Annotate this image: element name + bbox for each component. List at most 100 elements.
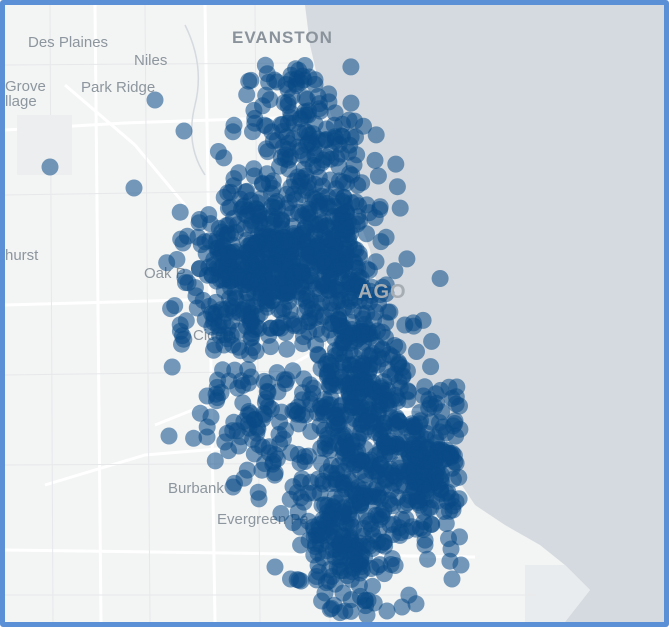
point-marker bbox=[238, 86, 256, 104]
label-des-plaines: Des Plaines bbox=[28, 34, 108, 51]
point-marker bbox=[320, 93, 338, 111]
point-marker bbox=[314, 472, 332, 490]
point-marker bbox=[347, 193, 365, 211]
point-marker bbox=[447, 427, 465, 445]
point-marker bbox=[332, 145, 350, 163]
point-marker bbox=[431, 270, 449, 287]
point-marker bbox=[175, 122, 193, 140]
point-marker bbox=[444, 501, 462, 519]
point-marker bbox=[388, 178, 406, 196]
label-evanston: EVANSTON bbox=[232, 28, 333, 47]
point-marker bbox=[327, 406, 345, 424]
point-marker bbox=[349, 454, 367, 472]
point-marker bbox=[257, 390, 275, 408]
point-marker bbox=[291, 454, 309, 472]
point-marker bbox=[245, 167, 263, 185]
point-marker bbox=[174, 327, 191, 345]
point-marker bbox=[387, 155, 405, 173]
point-marker bbox=[309, 544, 327, 562]
point-marker bbox=[162, 300, 180, 318]
label-burbank: Burbank bbox=[168, 480, 224, 497]
point-marker bbox=[292, 572, 310, 590]
point-marker bbox=[336, 602, 354, 620]
point-marker bbox=[367, 126, 385, 144]
point-marker bbox=[352, 328, 370, 346]
point-marker bbox=[264, 455, 282, 473]
point-marker bbox=[363, 344, 381, 362]
point-marker bbox=[146, 91, 164, 109]
point-marker bbox=[293, 169, 311, 187]
point-marker bbox=[314, 511, 332, 529]
point-marker bbox=[225, 116, 243, 134]
point-marker bbox=[404, 314, 422, 332]
point-marker bbox=[284, 362, 302, 380]
point-marker bbox=[41, 158, 59, 176]
point-marker bbox=[202, 408, 220, 426]
point-marker bbox=[198, 428, 216, 446]
point-marker bbox=[371, 198, 389, 216]
point-marker bbox=[191, 260, 208, 278]
point-marker bbox=[298, 136, 316, 154]
point-marker bbox=[313, 454, 330, 472]
point-marker bbox=[355, 424, 373, 442]
point-marker bbox=[299, 313, 317, 331]
point-marker bbox=[219, 224, 237, 242]
point-marker bbox=[125, 179, 143, 197]
point-marker bbox=[249, 483, 267, 501]
point-marker bbox=[334, 584, 352, 602]
point-marker bbox=[423, 332, 441, 350]
point-marker bbox=[422, 395, 439, 413]
point-marker bbox=[244, 339, 262, 357]
point-marker bbox=[339, 213, 357, 231]
point-marker bbox=[238, 461, 256, 479]
point-marker bbox=[323, 231, 341, 249]
point-marker bbox=[278, 340, 296, 358]
point-marker bbox=[268, 73, 286, 91]
point-marker bbox=[393, 598, 411, 616]
point-marker bbox=[264, 255, 282, 273]
point-marker bbox=[226, 289, 244, 307]
point-marker bbox=[311, 200, 329, 218]
point-marker bbox=[332, 291, 350, 309]
point-marker bbox=[260, 289, 278, 307]
basemap: Des Plaines Niles EVANSTON Grove llage P… bbox=[5, 5, 664, 622]
point-marker bbox=[318, 367, 336, 385]
point-marker bbox=[286, 264, 304, 282]
point-marker bbox=[315, 306, 333, 324]
point-marker bbox=[419, 439, 437, 456]
point-marker bbox=[272, 319, 290, 337]
point-marker bbox=[222, 183, 240, 201]
label-elmhurst: hurst bbox=[5, 247, 39, 264]
point-marker bbox=[220, 249, 238, 267]
point-marker bbox=[382, 556, 400, 573]
point-marker bbox=[391, 199, 409, 217]
point-marker bbox=[262, 338, 280, 356]
point-marker bbox=[171, 203, 189, 221]
label-park-ridge: Park Ridge bbox=[81, 79, 155, 96]
point-marker bbox=[264, 172, 282, 190]
point-marker bbox=[377, 314, 395, 332]
point-marker bbox=[316, 584, 334, 602]
point-marker bbox=[315, 255, 333, 273]
point-marker bbox=[448, 378, 466, 396]
point-marker bbox=[345, 559, 362, 577]
point-marker bbox=[315, 421, 333, 439]
point-marker bbox=[300, 68, 318, 86]
point-marker bbox=[224, 478, 242, 496]
label-chicago: AGO bbox=[358, 281, 407, 303]
point-marker bbox=[416, 536, 434, 554]
point-marker bbox=[334, 504, 352, 522]
map-canvas[interactable]: Des Plaines Niles EVANSTON Grove llage P… bbox=[5, 5, 664, 622]
point-marker bbox=[294, 384, 311, 402]
point-marker bbox=[230, 164, 248, 182]
point-marker bbox=[298, 90, 316, 108]
point-marker bbox=[390, 373, 408, 391]
point-marker bbox=[326, 329, 344, 347]
point-marker bbox=[313, 273, 331, 291]
point-marker bbox=[334, 476, 352, 494]
point-marker bbox=[345, 519, 363, 536]
point-marker bbox=[177, 312, 195, 330]
point-marker bbox=[443, 570, 461, 588]
point-marker bbox=[342, 94, 360, 112]
point-marker bbox=[174, 234, 192, 252]
